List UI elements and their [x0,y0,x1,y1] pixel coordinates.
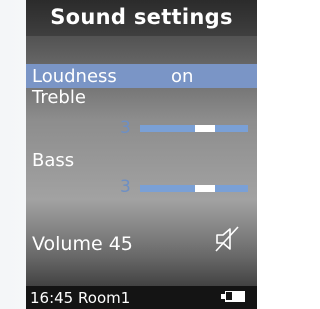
bass-label[interactable]: Bass [32,150,74,172]
screen-title: Sound settings [50,5,233,29]
treble-label[interactable]: Treble [32,87,86,109]
treble-slider-thumb[interactable] [195,125,215,132]
bass-slider-thumb[interactable] [195,185,215,192]
treble-value: 3 [120,118,131,138]
loudness-label[interactable]: Loudness [32,66,117,88]
treble-slider[interactable] [140,125,248,132]
mute-icon[interactable] [212,224,242,254]
loudness-value[interactable]: on [171,66,193,88]
battery-icon [225,291,245,302]
bass-slider[interactable] [140,185,248,192]
battery-empty-portion [226,292,232,300]
page-background: Sound settings Loudness on Treble 3 Bass… [0,0,263,309]
status-text: 16:45 Room1 [30,288,130,308]
device-screen: Sound settings Loudness on Treble 3 Bass… [26,0,257,309]
bass-value: 3 [120,177,131,197]
status-time: 16:45 [30,289,74,307]
status-room: Room1 [78,289,131,307]
volume-label[interactable]: Volume 45 [32,233,133,255]
